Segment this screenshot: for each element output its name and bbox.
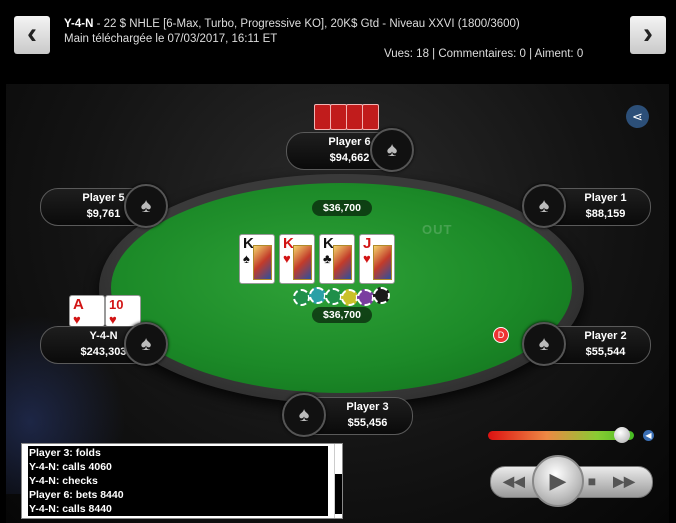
total-pot: $36,700 bbox=[312, 200, 372, 216]
dealer-button: D bbox=[493, 327, 509, 343]
stop-button[interactable]: ■ bbox=[578, 470, 606, 492]
player6-card-back-4 bbox=[362, 104, 379, 130]
log-line: Y-4-N: calls 8440 bbox=[28, 502, 328, 516]
card-suit: ♥ bbox=[283, 251, 291, 266]
next-hand-button[interactable]: › bbox=[630, 16, 666, 54]
spade-star-icon: ♠ bbox=[298, 404, 310, 426]
player6-card-back-2 bbox=[330, 104, 347, 130]
previous-hand-button[interactable]: ‹ bbox=[14, 16, 50, 54]
spade-star-icon: ♠ bbox=[140, 195, 152, 217]
player5-avatar: ♠ bbox=[124, 184, 168, 228]
spade-star-icon: ♠ bbox=[538, 333, 550, 355]
card-rank: A bbox=[73, 296, 84, 313]
play-icon: ▶ bbox=[549, 468, 567, 493]
board-card-4: J ♥ bbox=[359, 234, 395, 284]
card-rank: 10 bbox=[109, 297, 124, 312]
share-icon: ⋖ bbox=[632, 109, 643, 124]
hero-card-1: A ♥ bbox=[69, 295, 105, 327]
play-button[interactable]: ▶ bbox=[532, 455, 584, 507]
chevron-right-icon: › bbox=[643, 17, 653, 50]
card-suit: ♠ bbox=[243, 251, 250, 266]
hand-history-log[interactable]: Player 3: folds Y-4-N: calls 4060 Y-4-N:… bbox=[21, 443, 343, 519]
player6-avatar: ♠ bbox=[370, 128, 414, 172]
chip-icon bbox=[325, 288, 342, 305]
log-line: Player 6: bets 8440 bbox=[28, 488, 328, 502]
card-suit: ♥ bbox=[73, 312, 81, 327]
chip-icon bbox=[357, 289, 374, 306]
chevron-left-icon: ‹ bbox=[27, 17, 37, 50]
card-suit: ♥ bbox=[109, 312, 117, 327]
log-scrollbar-thumb[interactable] bbox=[335, 474, 342, 514]
card-suit: ♥ bbox=[363, 251, 371, 266]
tournament-info: - 22 $ NHLE [6-Max, Turbo, Progressive K… bbox=[93, 18, 520, 30]
speaker-icon[interactable]: ◀ bbox=[643, 430, 654, 441]
log-line: Player 3: folds bbox=[28, 446, 328, 460]
player1-avatar: ♠ bbox=[522, 184, 566, 228]
fast-forward-button[interactable]: ▶▶ bbox=[610, 470, 638, 492]
log-scrollbar[interactable] bbox=[334, 444, 342, 518]
board-card-1: K ♠ bbox=[239, 234, 275, 284]
spade-star-icon: ♠ bbox=[140, 333, 152, 355]
felt-logo: OUT bbox=[422, 222, 453, 237]
card-rank: J bbox=[363, 235, 372, 252]
card-face-art bbox=[333, 245, 352, 280]
share-button[interactable]: ⋖ bbox=[626, 105, 649, 128]
chip-icon bbox=[341, 289, 358, 306]
hand-title: Y-4-N - 22 $ NHLE [6-Max, Turbo, Progres… bbox=[64, 18, 520, 30]
hand-download-date: Main téléchargée le 07/03/2017, 16:11 ET bbox=[64, 33, 278, 45]
hand-stats: Vues: 18 | Commentaires: 0 | Aiment: 0 bbox=[384, 48, 584, 60]
hero-avatar: ♠ bbox=[124, 322, 168, 366]
hand-header: ‹ Y-4-N - 22 $ NHLE [6-Max, Turbo, Progr… bbox=[0, 0, 676, 70]
spade-star-icon: ♠ bbox=[538, 195, 550, 217]
hero-name: Y-4-N bbox=[64, 18, 94, 30]
card-suit: ♣ bbox=[323, 251, 332, 266]
card-face-art bbox=[293, 245, 312, 280]
log-lines: Player 3: folds Y-4-N: calls 4060 Y-4-N:… bbox=[28, 446, 328, 516]
hero-card-2: 10 ♥ bbox=[105, 295, 141, 327]
log-line: Y-4-N: calls 4060 bbox=[28, 460, 328, 474]
card-face-art bbox=[373, 245, 392, 280]
rewind-button[interactable]: ◀◀ bbox=[500, 470, 528, 492]
log-line: Y-4-N: checks bbox=[28, 474, 328, 488]
chip-icon bbox=[309, 287, 326, 304]
card-face-art bbox=[253, 245, 272, 280]
board-card-3: K ♣ bbox=[319, 234, 355, 284]
volume-slider-track[interactable] bbox=[488, 431, 634, 440]
board-card-2: K ♥ bbox=[279, 234, 315, 284]
player2-avatar: ♠ bbox=[522, 322, 566, 366]
chip-icon bbox=[373, 287, 390, 304]
player3-avatar: ♠ bbox=[282, 393, 326, 437]
player6-card-back-3 bbox=[346, 104, 363, 130]
chip-icon bbox=[293, 289, 310, 306]
main-pot: $36,700 bbox=[312, 307, 372, 323]
spade-star-icon: ♠ bbox=[386, 139, 398, 161]
player6-card-back-1 bbox=[314, 104, 331, 130]
